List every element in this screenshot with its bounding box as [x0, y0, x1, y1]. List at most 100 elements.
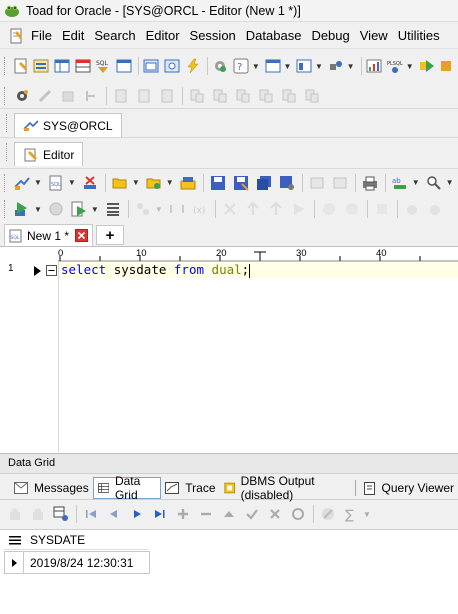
tab-dbms-output[interactable]: DBMS Output (disabled) — [220, 474, 351, 502]
toolbar-grip[interactable] — [6, 114, 10, 132]
chevron-down-icon[interactable]: ▼ — [166, 178, 174, 187]
layout-icon[interactable] — [263, 55, 283, 77]
menu-editor[interactable]: Editor — [141, 25, 185, 47]
collapse-icon[interactable] — [46, 265, 57, 276]
chevron-down-icon[interactable]: ▼ — [91, 205, 99, 214]
tools-icon[interactable] — [326, 55, 346, 77]
disabled-tool-icon — [219, 198, 241, 220]
trace-icon — [165, 482, 180, 494]
disabled-tool-icon — [371, 198, 393, 220]
grid-menu-icon[interactable] — [8, 535, 22, 545]
tab-messages[interactable]: Messages — [0, 478, 93, 498]
disabled-tool-icon — [27, 503, 49, 525]
chevron-down-icon[interactable]: ▼ — [412, 178, 420, 187]
chart-icon[interactable] — [364, 55, 384, 77]
connection-tab[interactable]: SYS@ORCL — [14, 113, 122, 137]
toolbar-separator — [182, 87, 183, 105]
toolbar-separator — [396, 200, 398, 218]
export-icon[interactable] — [177, 172, 199, 194]
schema-browser-icon[interactable] — [31, 55, 51, 77]
chevron-down-icon[interactable]: ▼ — [315, 62, 323, 71]
menu-debug[interactable]: Debug — [306, 25, 354, 47]
arrow-right-icon[interactable] — [417, 55, 437, 77]
disconnect-icon[interactable] — [79, 172, 101, 194]
next-record-icon[interactable] — [126, 503, 148, 525]
save-as-icon[interactable] — [230, 172, 252, 194]
explain-plan-icon[interactable] — [102, 198, 124, 220]
editor-window-tab[interactable]: Editor — [14, 142, 84, 166]
execute-script-icon[interactable] — [68, 198, 90, 220]
settings-gear-icon[interactable] — [11, 85, 33, 107]
disabled-tool-icon — [318, 198, 340, 220]
table-icon[interactable] — [73, 55, 93, 77]
gear-icon[interactable] — [211, 55, 231, 77]
lightning-icon[interactable] — [183, 55, 203, 77]
menu-utilities[interactable]: Utilities — [393, 25, 445, 47]
menu-view[interactable]: View — [355, 25, 393, 47]
print-icon[interactable] — [359, 172, 381, 194]
puzzle-icon[interactable] — [437, 55, 457, 77]
save-icon[interactable] — [207, 172, 229, 194]
find-icon[interactable] — [423, 172, 445, 194]
chevron-down-icon[interactable]: ▼ — [252, 62, 260, 71]
menu-search[interactable]: Search — [89, 25, 140, 47]
chevron-down-icon[interactable]: ▼ — [68, 178, 76, 187]
form-icon[interactable] — [142, 55, 162, 77]
cell-sysdate[interactable]: 2019/8/24 12:30:31 — [30, 556, 133, 570]
chevron-down-icon[interactable]: ▼ — [34, 205, 42, 214]
chevron-down-icon[interactable]: ▼ — [283, 62, 291, 71]
menu-edit[interactable]: Edit — [57, 25, 89, 47]
connect-icon[interactable] — [11, 172, 33, 194]
last-record-icon[interactable] — [149, 503, 171, 525]
new-tab-button[interactable]: + — [96, 225, 124, 245]
toolbar-grip[interactable] — [4, 200, 8, 218]
execute-statement-icon[interactable] — [11, 198, 33, 220]
disabled-tool-icon — [265, 198, 287, 220]
toolbox-icon[interactable] — [294, 55, 314, 77]
editor-icon[interactable] — [11, 55, 31, 77]
export-dataset-icon[interactable] — [50, 503, 72, 525]
session-icon[interactable]: ? — [231, 55, 251, 77]
save-to-db-icon[interactable] — [276, 172, 298, 194]
tab-trace[interactable]: Trace — [161, 478, 219, 498]
load-icon[interactable] — [143, 172, 165, 194]
chevron-down-icon[interactable]: ▼ — [446, 178, 454, 187]
toolbar-grip[interactable] — [4, 173, 8, 192]
toolbar-separator — [104, 173, 106, 192]
document-tab[interactable]: SQL New 1 * — [4, 224, 94, 246]
monitor-icon[interactable] — [162, 55, 182, 77]
sql-function: sysdate — [113, 262, 167, 277]
tab-query-viewer[interactable]: Query Viewer — [360, 478, 458, 498]
sql-file-icon[interactable]: SQL — [45, 172, 67, 194]
plsql-icon[interactable]: PLSQL — [385, 55, 405, 77]
document-icon[interactable] — [8, 28, 24, 44]
toolbar-separator — [206, 57, 208, 75]
chevron-down-icon[interactable]: ▼ — [406, 62, 414, 71]
chevron-down-icon[interactable]: ▼ — [132, 178, 140, 187]
data-grid-icon[interactable] — [52, 55, 72, 77]
menu-database[interactable]: Database — [241, 25, 307, 47]
chevron-down-icon[interactable]: ▼ — [347, 62, 355, 71]
close-icon[interactable] — [75, 229, 89, 242]
tab-data-grid[interactable]: Data Grid — [92, 474, 162, 502]
save-all-icon[interactable] — [253, 172, 275, 194]
results-grid[interactable]: SYSDATE 2019/8/24 12:30:31 — [0, 529, 458, 614]
sql-icon[interactable]: SQL — [93, 55, 113, 77]
menu-file[interactable]: File — [26, 25, 57, 47]
toolbar-grip[interactable] — [6, 143, 10, 161]
toolbar-separator — [366, 200, 368, 218]
window-icon[interactable] — [114, 55, 134, 77]
first-record-icon — [80, 503, 102, 525]
column-header-sysdate[interactable]: SYSDATE — [30, 533, 85, 547]
toolbar-grip[interactable] — [4, 57, 8, 75]
case-toggle-icon[interactable]: ab — [389, 172, 411, 194]
post-edit-icon — [241, 503, 263, 525]
chevron-down-icon[interactable]: ▼ — [34, 178, 42, 187]
code-line[interactable]: select sysdate from dual; — [59, 262, 458, 278]
toolbar-grip[interactable] — [4, 87, 8, 105]
table-row[interactable]: 2019/8/24 12:30:31 — [4, 551, 150, 574]
menu-session[interactable]: Session — [185, 25, 241, 47]
toolbar-separator — [384, 173, 386, 192]
open-folder-icon[interactable] — [109, 172, 131, 194]
grid-header: SYSDATE — [4, 531, 148, 550]
